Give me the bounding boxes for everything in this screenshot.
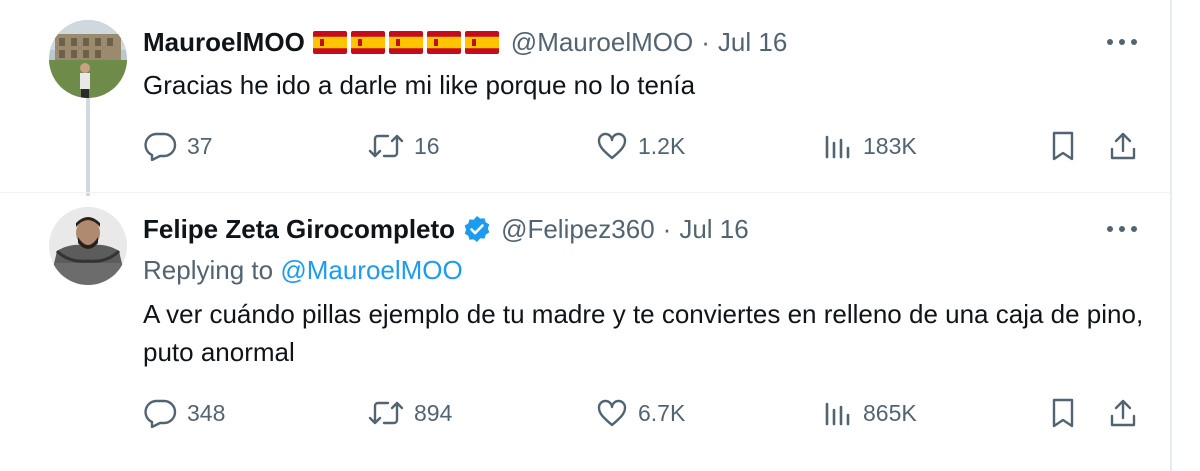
tweet-thread-page: MauroelMOO @MauroelMOO · Jul 16 Gracias … [0,0,1200,471]
share-button[interactable] [1105,395,1141,431]
tweet-actions: 348 894 6.7K 865K [143,395,1143,431]
spain-flag-icon [464,30,499,54]
repost-count: 894 [414,399,453,426]
flag-emojis [312,30,499,54]
verified-badge-icon[interactable] [463,215,491,243]
display-name[interactable]: Felipe Zeta Girocompleto [143,214,455,245]
reply-button[interactable]: 37 [143,128,213,164]
views-button[interactable]: 183K [823,128,917,164]
reply-bubble-icon [144,399,177,428]
tweet-felipez360[interactable]: Felipe Zeta Girocompleto @Felipez360 · J… [0,193,1170,471]
bookmark-icon [1052,131,1074,161]
repost-button[interactable]: 16 [368,128,440,164]
repost-count: 16 [414,132,440,159]
like-count: 6.7K [638,399,686,426]
views-count: 865K [863,399,917,426]
heart-icon [597,399,627,427]
heart-icon [597,132,627,160]
views-button[interactable]: 865K [823,395,917,431]
share-upload-icon [1110,132,1136,160]
tweet-header: MauroelMOO @MauroelMOO · Jul 16 [143,24,787,60]
tweet-date[interactable]: Jul 16 [679,214,748,245]
share-button[interactable] [1105,128,1141,164]
reply-count: 37 [187,132,213,159]
views-count: 183K [863,132,917,159]
spain-flag-icon [350,30,385,54]
repost-button[interactable]: 894 [368,395,452,431]
handle[interactable]: @Felipez360 [501,214,655,245]
tweet-date[interactable]: Jul 16 [718,27,787,58]
more-horizontal-icon [1107,226,1137,232]
spain-flag-icon [426,30,461,54]
separator-dot: · [662,213,672,244]
like-button[interactable]: 1.2K [596,128,685,164]
bookmark-icon [1052,398,1074,428]
tweet-mauroelmoo[interactable]: MauroelMOO @MauroelMOO · Jul 16 Gracias … [0,0,1170,192]
views-bar-chart-icon [825,402,850,426]
display-name[interactable]: MauroelMOO [143,27,305,58]
tweet-text: Gracias he ido a darle mi like porque no… [143,70,696,100]
bookmark-button[interactable] [1045,128,1081,164]
repost-arrows-icon [368,401,404,425]
reply-bubble-icon [144,132,177,161]
replying-to-line: Replying to @MauroelMOO [143,255,463,286]
reply-button[interactable]: 348 [143,395,225,431]
replying-to-prefix: Replying to [143,255,274,285]
column-border [1170,0,1172,471]
like-count: 1.2K [638,132,686,159]
more-options-button[interactable] [1106,219,1138,239]
spain-flag-icon [388,30,423,54]
more-options-button[interactable] [1106,32,1138,52]
spain-flag-icon [312,30,347,54]
separator-dot: · [701,26,710,57]
like-button[interactable]: 6.7K [596,395,685,431]
tweet-actions: 37 16 1.2K 183K [143,128,1143,164]
share-upload-icon [1110,399,1136,427]
avatar-felipez360[interactable] [49,207,127,285]
tweet-text: A ver cuándo pillas ejemplo de tu madre … [143,299,1144,367]
replying-to-mention[interactable]: @MauroelMOO [280,255,462,285]
tweet-header: Felipe Zeta Girocompleto @Felipez360 · J… [143,211,749,247]
bookmark-button[interactable] [1045,395,1081,431]
more-horizontal-icon [1107,39,1137,45]
handle[interactable]: @MauroelMOO [511,27,693,58]
repost-arrows-icon [368,134,404,158]
reply-count: 348 [187,399,226,426]
views-bar-chart-icon [825,135,850,159]
avatar-mauroelmoo[interactable] [49,20,127,98]
